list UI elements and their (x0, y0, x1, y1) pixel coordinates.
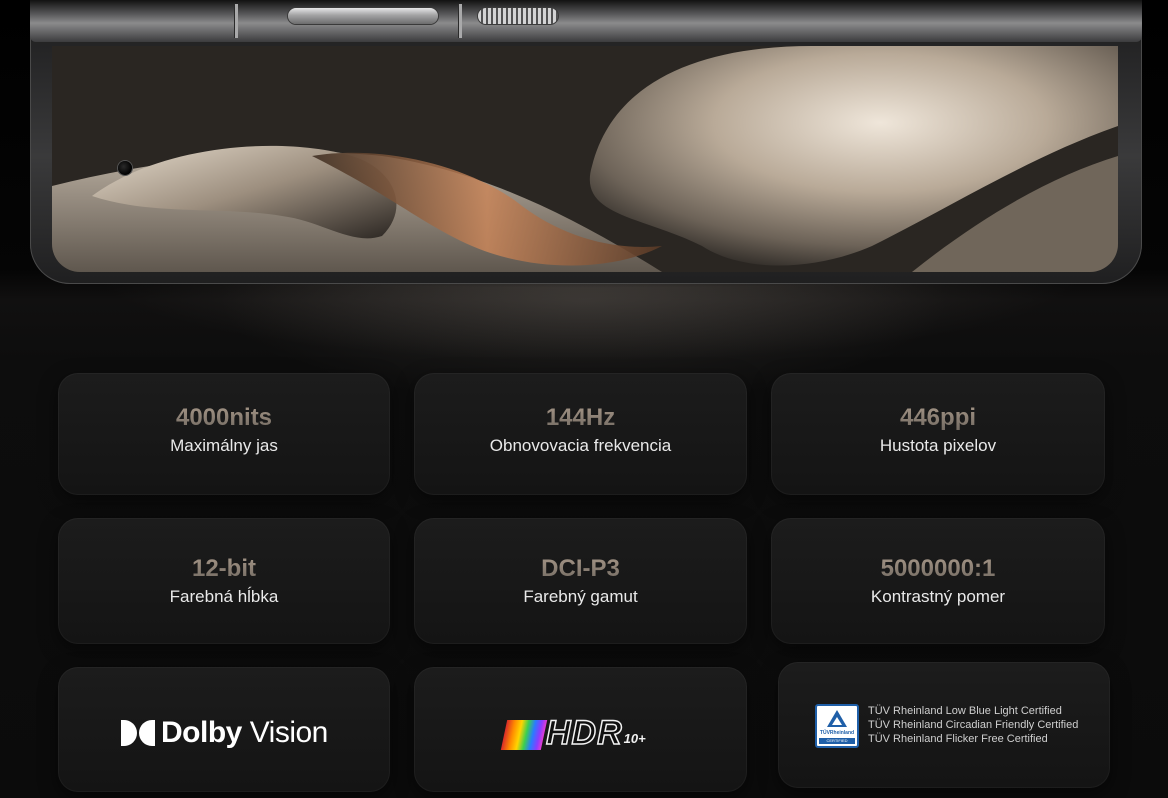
tuv-line: TÜV Rheinland Low Blue Light Certified (868, 705, 1062, 717)
spec-card-contrast: 5000000:1 Kontrastný pomer (771, 518, 1105, 644)
dolby-vision-logo: Dolby Vision (121, 713, 328, 753)
spec-label: Farebný gamut (523, 587, 638, 606)
phone-image (30, 0, 1142, 284)
spec-value: 5000000:1 (771, 554, 1105, 584)
logo-card-tuv: TÜVRheinland CERTIFIED TÜV Rheinland Low… (778, 662, 1110, 788)
logo-card-dolby-vision: Dolby Vision (58, 667, 390, 792)
hdr10-plus-logo: HDR 10+ (500, 714, 646, 752)
spec-label: Hustota pixelov (879, 436, 997, 455)
volume-button (288, 8, 438, 24)
antenna-line (234, 4, 238, 38)
hdr-rainbow-icon (500, 720, 548, 750)
tuv-rheinland-badge-icon: TÜVRheinland CERTIFIED (815, 704, 859, 748)
hdr-suffix: 10+ (623, 731, 646, 746)
spec-card-color-gamut: DCI-P3 Farebný gamut (414, 518, 747, 644)
spec-label: Kontrastný pomer (870, 587, 1006, 606)
spec-value: 446ppi (771, 403, 1105, 433)
wallpaper-art (52, 46, 1118, 272)
front-camera (118, 161, 132, 175)
spec-value: 12-bit (58, 554, 390, 584)
spec-label: Farebná hĺbka (169, 587, 279, 606)
antenna-line (458, 4, 462, 38)
spec-card-brightness: 4000nits Maximálny jas (58, 373, 390, 495)
spec-value: 4000nits (58, 403, 390, 433)
phone-screen (52, 46, 1118, 272)
tuv-line: TÜV Rheinland Circadian Friendly Certifi… (868, 719, 1079, 731)
logo-card-hdr10-plus: HDR 10+ (414, 667, 747, 792)
tuv-line: TÜV Rheinland Flicker Free Certified (868, 733, 1048, 745)
spec-value: DCI-P3 (414, 554, 747, 584)
phone-side-frame (30, 0, 1142, 42)
dolby-wordmark: Dolby Vision (161, 716, 328, 749)
spec-label: Obnovovacia frekvencia (489, 436, 672, 455)
spec-card-refresh-rate: 144Hz Obnovovacia frekvencia (414, 373, 747, 495)
spec-label: Maximálny jas (170, 436, 278, 455)
dolby-double-d-icon (121, 720, 155, 746)
display-specs-banner: 4000nits Maximálny jas 144Hz Obnovovacia… (0, 0, 1168, 798)
spec-card-pixel-density: 446ppi Hustota pixelov (771, 373, 1105, 495)
power-button (478, 8, 558, 24)
spec-value: 144Hz (414, 403, 747, 433)
tuv-certifications: TÜV Rheinland Low Blue Light Certified T… (868, 704, 1078, 746)
hdr-wordmark: HDR (545, 714, 623, 752)
spec-card-color-depth: 12-bit Farebná hĺbka (58, 518, 390, 644)
